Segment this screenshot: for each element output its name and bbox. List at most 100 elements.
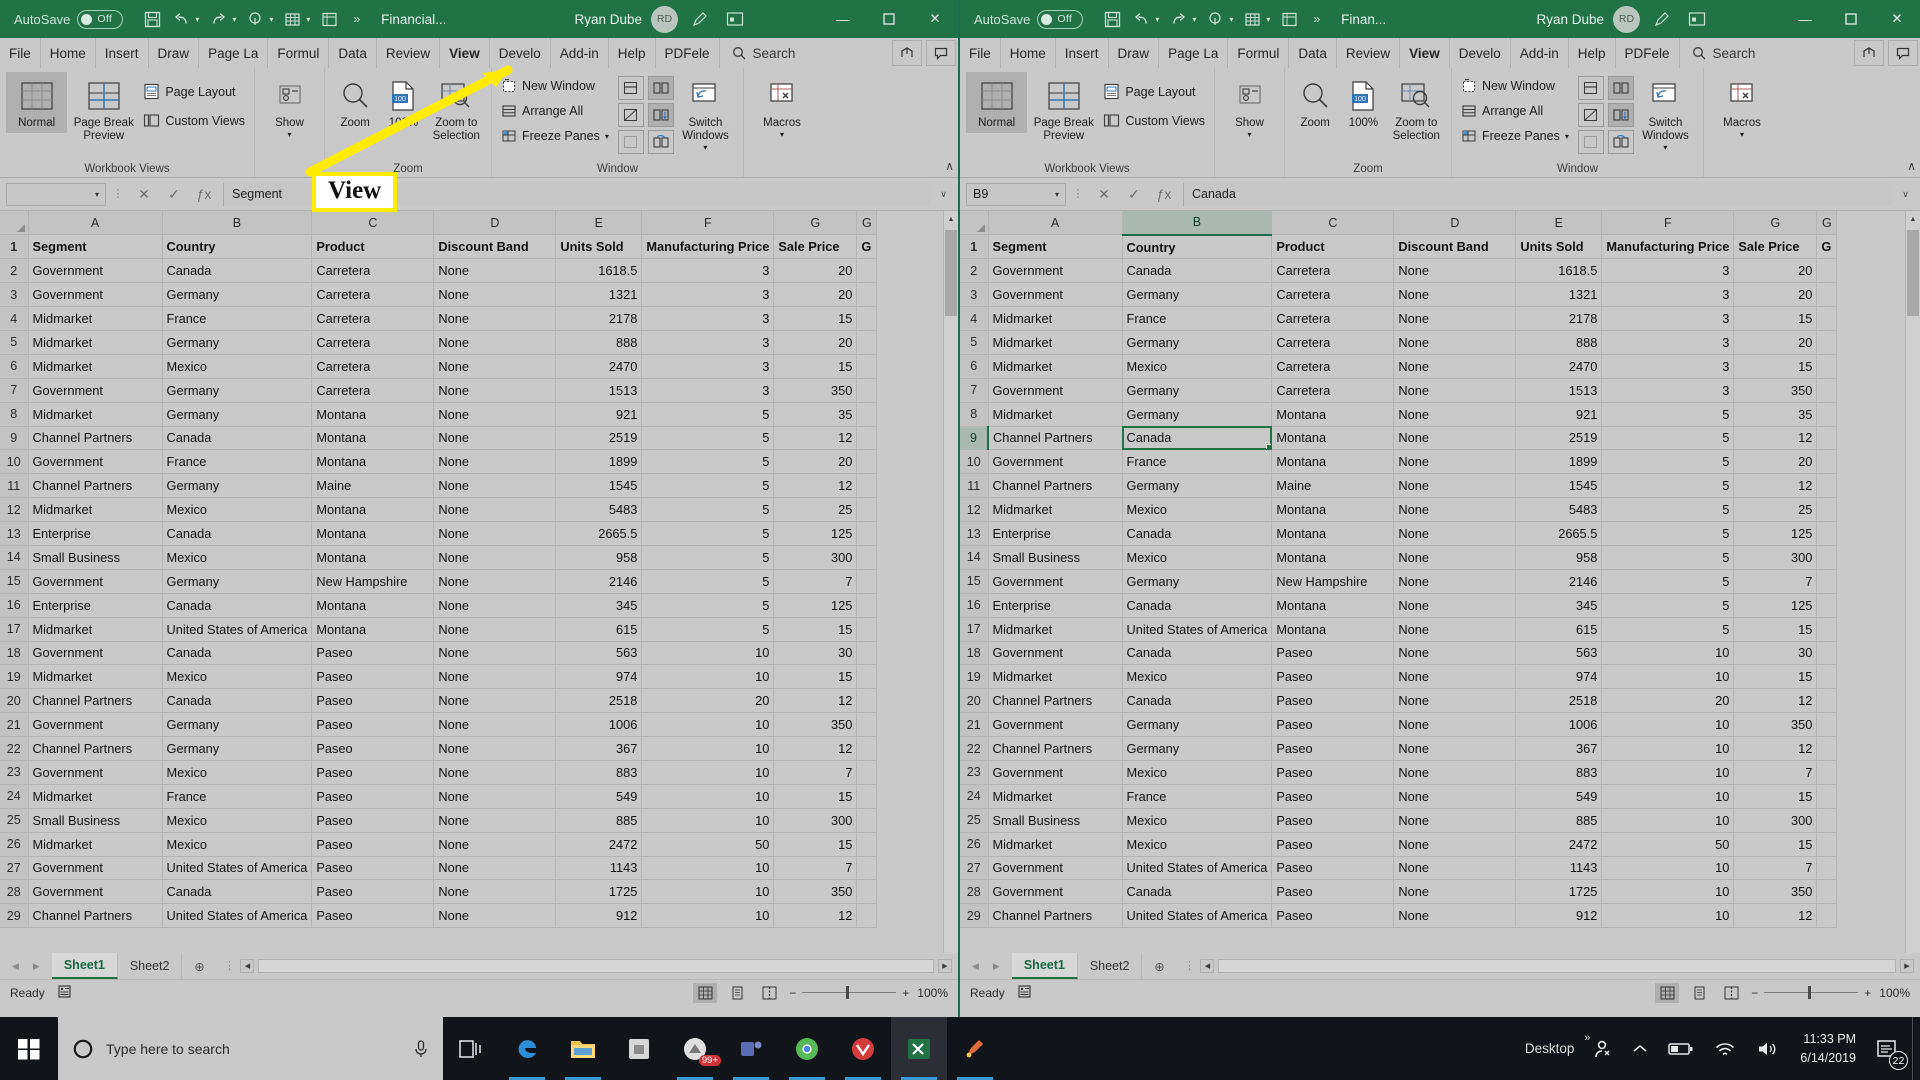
- page-layout-view-status-icon-right[interactable]: [1687, 983, 1711, 1003]
- cell[interactable]: 3: [1602, 283, 1734, 307]
- zoom-slider-right[interactable]: − +: [1751, 986, 1871, 1000]
- row-header-24[interactable]: 24: [960, 784, 988, 808]
- cell[interactable]: Paseo: [1272, 808, 1394, 832]
- cell[interactable]: Paseo: [1272, 689, 1394, 713]
- zoom-to-selection-button[interactable]: Zoom to Selection: [428, 72, 485, 146]
- cell[interactable]: Germany: [162, 402, 312, 426]
- table-row[interactable]: 24MidmarketFrancePaseoNone5491015: [960, 784, 1837, 808]
- cell[interactable]: 10: [642, 665, 774, 689]
- header-cell[interactable]: Sale Price: [774, 235, 857, 259]
- cell[interactable]: 1899: [1516, 450, 1602, 474]
- table-row[interactable]: 12MidmarketMexicoMontanaNone5483525: [960, 498, 1837, 522]
- zoom-100-button[interactable]: 100 100%: [379, 72, 427, 133]
- cell[interactable]: 10: [1602, 904, 1734, 928]
- cell[interactable]: 50: [642, 832, 774, 856]
- paint-icon[interactable]: [947, 1017, 1003, 1080]
- cell[interactable]: 883: [556, 760, 642, 784]
- cell[interactable]: 5: [642, 522, 774, 546]
- table-row[interactable]: 10GovernmentFranceMontanaNone1899520: [960, 450, 1837, 474]
- cell[interactable]: Enterprise: [988, 593, 1122, 617]
- cell[interactable]: 615: [556, 617, 642, 641]
- cell[interactable]: 350: [1734, 378, 1817, 402]
- column-header-a[interactable]: A: [28, 211, 162, 235]
- cell[interactable]: 3: [1602, 330, 1734, 354]
- touch-mode-caret[interactable]: ▾: [269, 15, 273, 24]
- cell[interactable]: Germany: [1122, 737, 1272, 761]
- name-box-caret[interactable]: ▾: [95, 190, 99, 199]
- freeze-panes-button[interactable]: Freeze Panes ▾: [498, 126, 612, 146]
- cell[interactable]: United States of America: [1122, 617, 1272, 641]
- cell[interactable]: Mexico: [1122, 498, 1272, 522]
- cell-partial[interactable]: [857, 330, 877, 354]
- cell[interactable]: Carretera: [312, 330, 434, 354]
- cell[interactable]: 3: [1602, 378, 1734, 402]
- table-row[interactable]: 13EnterpriseCanadaMontanaNone2665.55125: [960, 522, 1837, 546]
- cell[interactable]: Midmarket: [28, 307, 162, 331]
- row-header-25[interactable]: 25: [0, 808, 28, 832]
- cell[interactable]: Government: [988, 450, 1122, 474]
- cell[interactable]: 7: [774, 569, 857, 593]
- battery-icon[interactable]: [1658, 1017, 1704, 1080]
- sheet-tab-sheet2-right[interactable]: Sheet2: [1078, 953, 1143, 979]
- cell[interactable]: 10: [1602, 784, 1734, 808]
- cell[interactable]: United States of America: [162, 904, 312, 928]
- normal-view-status-icon[interactable]: [693, 983, 717, 1003]
- cell-partial[interactable]: [857, 498, 877, 522]
- cell-partial[interactable]: [857, 450, 877, 474]
- cell[interactable]: Montana: [312, 545, 434, 569]
- cell[interactable]: Midmarket: [28, 665, 162, 689]
- cell[interactable]: 10: [642, 713, 774, 737]
- row-header-18[interactable]: 18: [0, 641, 28, 665]
- close-button-right[interactable]: ✕: [1874, 0, 1920, 38]
- cell[interactable]: Paseo: [1272, 737, 1394, 761]
- cell[interactable]: 25: [774, 498, 857, 522]
- ribbon-display-options-icon-right[interactable]: [1684, 6, 1710, 32]
- cell[interactable]: Montana: [1272, 522, 1394, 546]
- cell[interactable]: 350: [774, 378, 857, 402]
- cell[interactable]: 1618.5: [1516, 259, 1602, 283]
- hide-icon[interactable]: [618, 103, 644, 127]
- cell-partial[interactable]: [857, 545, 877, 569]
- comments-icon-right[interactable]: [1888, 40, 1918, 66]
- cell[interactable]: 885: [1516, 808, 1602, 832]
- cell[interactable]: 2665.5: [1516, 522, 1602, 546]
- cell[interactable]: 20: [1734, 259, 1817, 283]
- save-icon[interactable]: [139, 6, 165, 32]
- cell-partial[interactable]: [857, 665, 877, 689]
- cell[interactable]: New Hampshire: [1272, 569, 1394, 593]
- zoom-out-button-right[interactable]: −: [1751, 986, 1758, 1000]
- column-header-e[interactable]: E: [1516, 211, 1602, 235]
- cell[interactable]: France: [162, 307, 312, 331]
- redo-icon[interactable]: [205, 6, 231, 32]
- arrange-all-button-right[interactable]: Arrange All: [1458, 101, 1572, 121]
- table-row[interactable]: 28GovernmentCanadaPaseoNone172510350: [0, 880, 877, 904]
- cell[interactable]: 549: [1516, 784, 1602, 808]
- cell[interactable]: None: [1394, 426, 1516, 450]
- ink-pen-icon[interactable]: [687, 6, 713, 32]
- cell[interactable]: 5: [1602, 569, 1734, 593]
- row-header-4[interactable]: 4: [0, 307, 28, 331]
- cell-partial[interactable]: [1817, 354, 1837, 378]
- cell-partial[interactable]: [857, 784, 877, 808]
- cell[interactable]: Channel Partners: [28, 689, 162, 713]
- tab-pdfelement-right[interactable]: PDFele: [1616, 38, 1680, 68]
- table-row[interactable]: 19MidmarketMexicoPaseoNone9741015: [960, 665, 1837, 689]
- table-row[interactable]: 7GovernmentGermanyCarreteraNone15133350: [960, 378, 1837, 402]
- cell[interactable]: Carretera: [312, 259, 434, 283]
- cell-partial[interactable]: [857, 426, 877, 450]
- cell[interactable]: 125: [1734, 522, 1817, 546]
- cell[interactable]: Germany: [162, 474, 312, 498]
- tab-home-right[interactable]: Home: [1001, 38, 1056, 68]
- table-row[interactable]: 21GovernmentGermanyPaseoNone100610350: [0, 713, 877, 737]
- formula-input-right[interactable]: Canada: [1183, 183, 1892, 206]
- normal-view-button[interactable]: Normal: [6, 72, 67, 133]
- cell[interactable]: Midmarket: [988, 665, 1122, 689]
- sheet-prev-icon-right[interactable]: ◀: [972, 961, 979, 972]
- table-row[interactable]: 29Channel PartnersUnited States of Ameri…: [960, 904, 1837, 928]
- header-cell[interactable]: Discount Band: [1394, 235, 1516, 259]
- new-sheet-icon-right[interactable]: [1239, 6, 1265, 32]
- cell[interactable]: None: [434, 713, 556, 737]
- row-header-14[interactable]: 14: [0, 545, 28, 569]
- cell[interactable]: 5: [642, 426, 774, 450]
- cell[interactable]: Montana: [312, 402, 434, 426]
